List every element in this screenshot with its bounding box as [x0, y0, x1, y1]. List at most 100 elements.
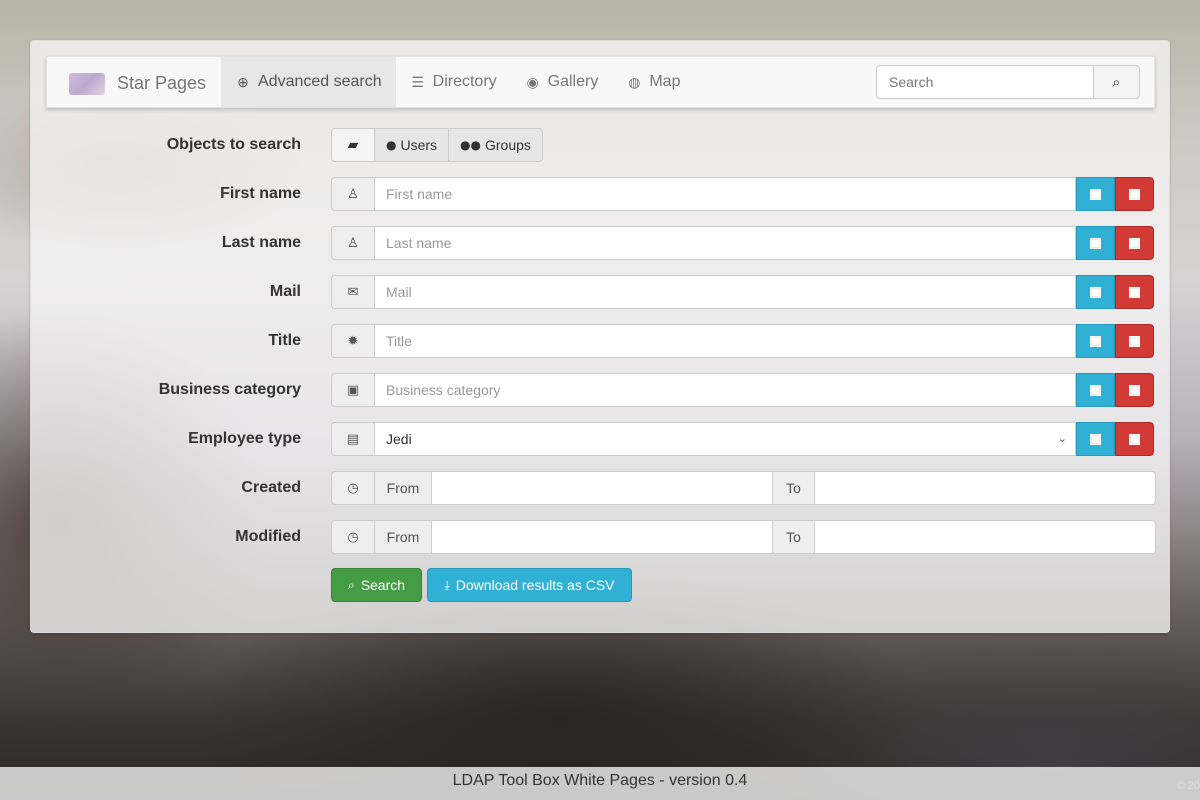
chevron-down-icon: ⌄	[1057, 432, 1067, 445]
user-icon: ●	[386, 138, 397, 152]
business-category-exclude-checkbox[interactable]	[1115, 373, 1154, 407]
groups-toggle[interactable]: ●● Groups	[448, 128, 543, 162]
title-display-checkbox[interactable]	[1076, 324, 1115, 358]
last-name-display-checkbox[interactable]	[1076, 226, 1115, 260]
nav-gallery[interactable]: ◉ Gallery	[511, 57, 613, 107]
employee-type-value: Jedi	[386, 431, 412, 447]
business-category-row: Business category ▣ Business category	[31, 373, 1171, 407]
title-row: Title ✹ Title	[31, 324, 1171, 358]
search-input[interactable]	[876, 65, 1093, 99]
mail-exclude-checkbox[interactable]	[1115, 275, 1154, 309]
first-name-row: First name ♙ First name	[31, 177, 1171, 211]
search-submit-button[interactable]: ⌕ Search	[331, 568, 422, 602]
badge-icon: ▤	[331, 422, 375, 456]
nav-map[interactable]: ◍ Map	[612, 57, 694, 107]
mail-control: ✉ Mail	[331, 275, 1154, 309]
business-category-control: ▣ Business category	[331, 373, 1154, 407]
first-name-display-checkbox[interactable]	[1076, 177, 1115, 211]
modified-from-input[interactable]	[432, 520, 773, 554]
search-icon: ⌕	[347, 577, 355, 592]
nav-label: Map	[649, 73, 681, 90]
employee-type-row: Employee type ▤ Jedi ⌄	[31, 422, 1171, 456]
checkbox-square	[1129, 433, 1140, 445]
search-icon: ⌕	[1112, 73, 1121, 91]
globe-icon: ◍	[628, 73, 641, 90]
nav-label: Directory	[432, 73, 497, 90]
navbar: Star Pages ⊕ Advanced search ☰ Directory…	[46, 56, 1155, 108]
created-to-input[interactable]	[815, 471, 1156, 505]
created-label: Created	[241, 479, 301, 496]
title-label: Title	[268, 332, 301, 349]
download-csv-label: Download results as CSV	[455, 577, 615, 593]
title-control: ✹ Title	[331, 324, 1154, 358]
first-name-exclude-checkbox[interactable]	[1115, 177, 1154, 211]
briefcase-icon: ▣	[331, 373, 375, 407]
nav-directory[interactable]: ☰ Directory	[396, 57, 511, 107]
list-icon: ☰	[411, 73, 424, 90]
business-category-input[interactable]: Business category	[375, 373, 1076, 407]
brand[interactable]: Star Pages	[47, 57, 221, 107]
created-to-label: To	[773, 471, 815, 505]
main-panel: Star Pages ⊕ Advanced search ☰ Directory…	[30, 40, 1170, 633]
folder-open-button[interactable]: ▰	[331, 128, 375, 162]
folder-open-icon: ▰	[347, 137, 359, 153]
clock-icon: ◷	[331, 471, 375, 505]
form-actions: ⌕ Search ⤓ Download results as CSV	[331, 568, 632, 602]
first-name-input[interactable]: First name	[375, 177, 1076, 211]
modified-control: ◷ From To	[331, 520, 1156, 554]
objects-label: Objects to search	[166, 136, 301, 153]
employee-type-display-checkbox[interactable]	[1076, 422, 1115, 456]
search-button[interactable]: ⌕	[1093, 65, 1140, 99]
checkbox-square	[1129, 286, 1140, 298]
last-name-control: ♙ Last name	[331, 226, 1154, 260]
employee-type-control: ▤ Jedi ⌄	[331, 422, 1154, 456]
users-icon: ●●	[460, 138, 481, 152]
search-submit-label: Search	[360, 577, 406, 593]
certificate-icon: ✹	[331, 324, 375, 358]
mail-input[interactable]: Mail	[375, 275, 1076, 309]
download-icon: ⤓	[444, 577, 450, 592]
modified-to-input[interactable]	[815, 520, 1156, 554]
created-row: Created ◷ From To	[31, 471, 1171, 505]
checkbox-square	[1090, 384, 1101, 396]
title-input[interactable]: Title	[375, 324, 1076, 358]
footer: LDAP Tool Box White Pages - version 0.4	[0, 767, 1200, 800]
checkbox-square	[1090, 433, 1101, 445]
last-name-input[interactable]: Last name	[375, 226, 1076, 260]
checkbox-square	[1129, 335, 1140, 347]
title-exclude-checkbox[interactable]	[1115, 324, 1154, 358]
employee-type-select[interactable]: Jedi ⌄	[375, 422, 1076, 456]
users-toggle[interactable]: ● Users	[374, 128, 450, 162]
nav-label: Advanced search	[258, 73, 382, 90]
user-circle-icon: ◉	[526, 73, 539, 90]
employee-type-label: Employee type	[188, 430, 301, 447]
business-category-display-checkbox[interactable]	[1076, 373, 1115, 407]
envelope-icon: ✉	[331, 275, 375, 309]
last-name-exclude-checkbox[interactable]	[1115, 226, 1154, 260]
modified-row: Modified ◷ From To	[31, 520, 1171, 554]
modified-from-label: From	[375, 520, 432, 554]
brand-name: Star Pages	[117, 73, 207, 93]
checkbox-square	[1129, 384, 1140, 396]
checkbox-square	[1090, 335, 1101, 347]
clock-icon: ◷	[331, 520, 375, 554]
employee-type-exclude-checkbox[interactable]	[1115, 422, 1154, 456]
checkbox-square	[1129, 237, 1140, 249]
groups-label: Groups	[485, 137, 531, 153]
users-label: Users	[400, 137, 438, 153]
nav-advanced-search[interactable]: ⊕ Advanced search	[221, 57, 396, 107]
user-icon: ♙	[331, 226, 375, 260]
checkbox-square	[1090, 237, 1101, 249]
created-from-input[interactable]	[432, 471, 773, 505]
checkbox-square	[1090, 286, 1101, 298]
last-name-row: Last name ♙ Last name	[31, 226, 1171, 260]
business-category-label: Business category	[158, 381, 301, 398]
created-from-label: From	[375, 471, 432, 505]
brand-logo	[69, 73, 105, 95]
footer-text: LDAP Tool Box White Pages - version 0.4	[452, 772, 748, 789]
nav-search: ⌕	[876, 57, 1140, 107]
search-plus-icon: ⊕	[237, 73, 249, 90]
download-csv-button[interactable]: ⤓ Download results as CSV	[427, 568, 632, 602]
mail-display-checkbox[interactable]	[1076, 275, 1115, 309]
first-name-control: ♙ First name	[331, 177, 1154, 211]
